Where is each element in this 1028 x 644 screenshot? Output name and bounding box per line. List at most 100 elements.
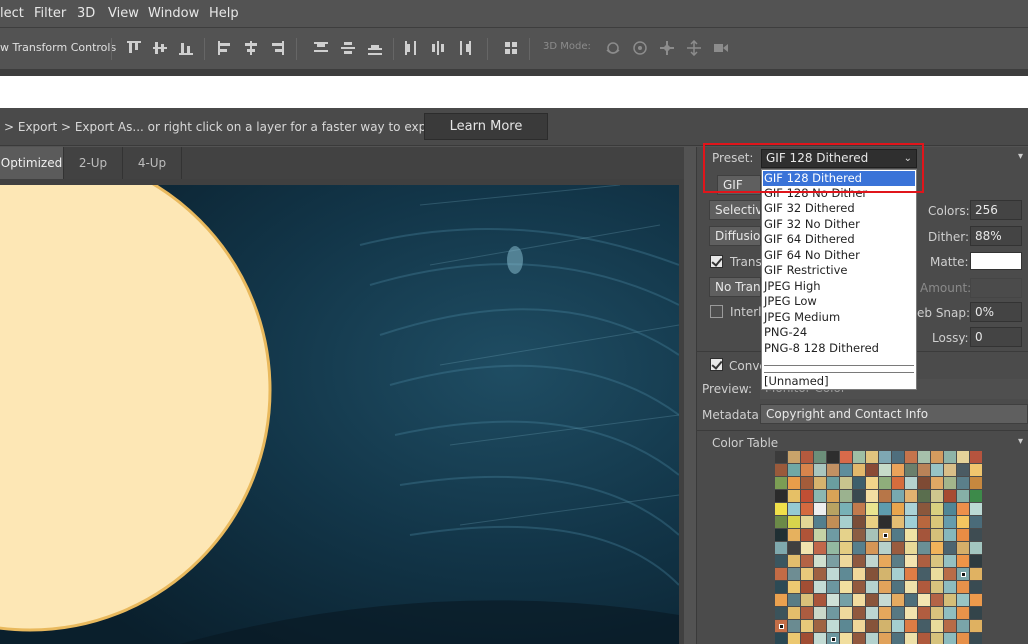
color-swatch[interactable] — [788, 490, 800, 502]
color-swatch[interactable] — [840, 490, 852, 502]
color-swatch[interactable] — [853, 607, 865, 619]
color-swatch[interactable] — [879, 503, 891, 515]
color-swatch[interactable] — [970, 555, 982, 567]
align-left-icon[interactable] — [217, 40, 233, 56]
color-swatch[interactable] — [918, 490, 930, 502]
color-swatch[interactable] — [931, 607, 943, 619]
color-swatch[interactable] — [788, 594, 800, 606]
color-swatch[interactable] — [879, 633, 891, 644]
color-swatch[interactable] — [853, 516, 865, 528]
color-swatch[interactable] — [957, 451, 969, 463]
transparency-dither-select[interactable]: No Transp — [709, 277, 761, 297]
color-swatch[interactable] — [827, 529, 839, 541]
color-swatch[interactable] — [970, 581, 982, 593]
color-swatch[interactable] — [853, 620, 865, 632]
lossy-input[interactable]: 0 — [970, 327, 1022, 347]
web-snap-input[interactable]: 0% — [970, 302, 1022, 322]
preset-option-unnamed[interactable]: [Unnamed] — [763, 374, 915, 389]
color-swatch[interactable] — [775, 607, 787, 619]
color-swatch[interactable] — [905, 607, 917, 619]
color-swatch[interactable] — [879, 542, 891, 554]
color-swatch[interactable] — [775, 516, 787, 528]
color-swatch[interactable] — [944, 620, 956, 632]
color-swatch[interactable] — [775, 490, 787, 502]
preset-option-jpeg-medium[interactable]: JPEG Medium — [763, 310, 915, 325]
color-swatch[interactable] — [905, 529, 917, 541]
transparency-checkbox[interactable] — [710, 255, 723, 268]
color-swatch[interactable] — [892, 490, 904, 502]
color-swatch[interactable] — [866, 555, 878, 567]
image-preview[interactable] — [0, 185, 679, 644]
color-swatch[interactable] — [840, 607, 852, 619]
color-swatch[interactable] — [866, 477, 878, 489]
color-swatch[interactable] — [801, 607, 813, 619]
distribute-vertical-center-icon[interactable] — [340, 40, 356, 56]
color-swatch[interactable] — [931, 555, 943, 567]
color-swatch[interactable] — [801, 633, 813, 644]
color-swatch[interactable] — [775, 581, 787, 593]
color-swatch[interactable] — [775, 633, 787, 644]
color-swatch[interactable] — [853, 581, 865, 593]
color-swatch[interactable] — [905, 620, 917, 632]
distribute-bottom-icon[interactable] — [367, 40, 383, 56]
color-swatch[interactable] — [918, 503, 930, 515]
color-swatch[interactable] — [866, 568, 878, 580]
color-swatch[interactable] — [801, 581, 813, 593]
color-swatch[interactable] — [957, 568, 969, 580]
color-swatch[interactable] — [905, 542, 917, 554]
color-swatch[interactable] — [879, 516, 891, 528]
color-swatch[interactable] — [814, 516, 826, 528]
color-swatch[interactable] — [918, 568, 930, 580]
color-swatch[interactable] — [970, 568, 982, 580]
color-swatch[interactable] — [892, 568, 904, 580]
color-swatch[interactable] — [840, 477, 852, 489]
color-swatch[interactable] — [853, 503, 865, 515]
color-swatch[interactable] — [918, 542, 930, 554]
color-swatch[interactable] — [775, 594, 787, 606]
color-swatch[interactable] — [866, 516, 878, 528]
color-swatch[interactable] — [814, 581, 826, 593]
color-swatch[interactable] — [931, 464, 943, 476]
color-swatch[interactable] — [970, 490, 982, 502]
color-swatch[interactable] — [827, 464, 839, 476]
color-swatch[interactable] — [866, 503, 878, 515]
color-swatch[interactable] — [788, 568, 800, 580]
color-swatch[interactable] — [944, 503, 956, 515]
dither-algorithm-select[interactable]: Diffusion — [709, 226, 761, 246]
color-swatch[interactable] — [814, 594, 826, 606]
color-swatch[interactable] — [931, 620, 943, 632]
color-swatch[interactable] — [957, 555, 969, 567]
convert-srgb-checkbox[interactable] — [710, 358, 723, 371]
color-swatch[interactable] — [827, 477, 839, 489]
color-swatch[interactable] — [814, 451, 826, 463]
color-swatch[interactable] — [801, 594, 813, 606]
slide-3d-icon[interactable] — [686, 40, 702, 56]
color-swatch[interactable] — [853, 568, 865, 580]
color-swatch[interactable] — [801, 490, 813, 502]
color-swatch[interactable] — [879, 568, 891, 580]
color-swatch[interactable] — [944, 633, 956, 644]
preset-option-gif-64-no-dither[interactable]: GIF 64 No Dither — [763, 248, 915, 263]
scale-3d-camera-icon[interactable] — [713, 40, 729, 56]
color-swatch[interactable] — [827, 607, 839, 619]
color-swatch[interactable] — [892, 451, 904, 463]
color-swatch[interactable] — [918, 516, 930, 528]
color-swatch[interactable] — [853, 633, 865, 644]
color-table-menu-icon[interactable]: ▾ — [1018, 436, 1023, 447]
color-swatch[interactable] — [866, 464, 878, 476]
color-swatch[interactable] — [866, 451, 878, 463]
color-swatch[interactable] — [892, 477, 904, 489]
color-swatch[interactable] — [905, 451, 917, 463]
color-swatch[interactable] — [827, 503, 839, 515]
color-swatch[interactable] — [957, 490, 969, 502]
color-swatch[interactable] — [840, 594, 852, 606]
color-swatch[interactable] — [918, 464, 930, 476]
color-swatch[interactable] — [801, 477, 813, 489]
color-swatch[interactable] — [918, 620, 930, 632]
color-swatch[interactable] — [840, 542, 852, 554]
color-swatch[interactable] — [957, 620, 969, 632]
color-swatch[interactable] — [957, 464, 969, 476]
menu-help[interactable]: Help — [209, 6, 239, 21]
color-swatch[interactable] — [931, 490, 943, 502]
color-swatch[interactable] — [892, 620, 904, 632]
